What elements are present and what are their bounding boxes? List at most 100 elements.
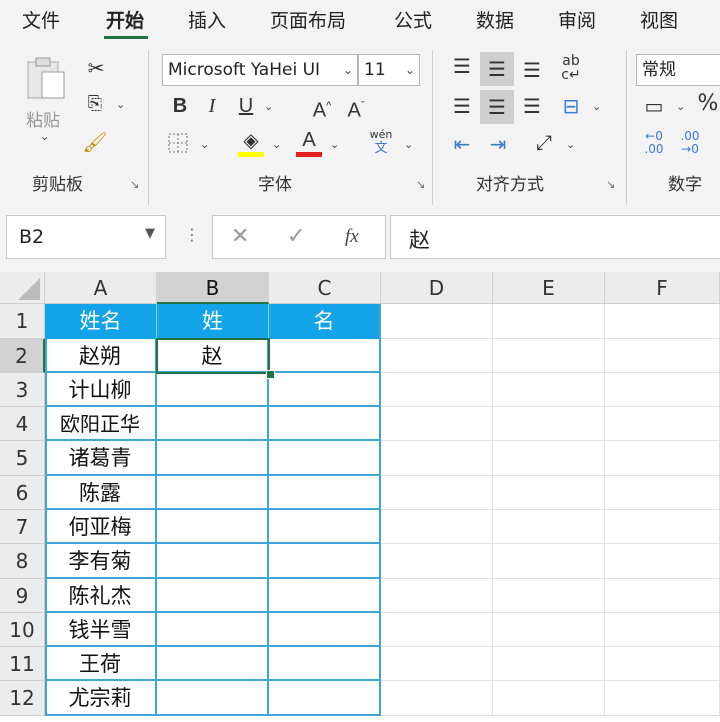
font-size-select[interactable]: 11 ⌄ [358, 54, 420, 86]
row-header-9[interactable]: 9 [0, 579, 45, 613]
column-header-b[interactable]: B [157, 272, 269, 304]
name-box-dropdown-icon[interactable]: ▼ [145, 226, 155, 241]
cut-icon[interactable]: ✂ [84, 56, 108, 80]
align-bottom-icon[interactable]: ☰ [518, 58, 546, 82]
cell-d8[interactable] [381, 544, 493, 579]
cell-e10[interactable] [493, 613, 605, 647]
cell-a6[interactable]: 陈露 [45, 476, 157, 510]
italic-icon[interactable]: I [200, 94, 224, 118]
cell-a8[interactable]: 李有菊 [45, 544, 157, 579]
cell-c11[interactable] [269, 647, 381, 681]
cell-b7[interactable] [157, 510, 269, 544]
format-painter-icon[interactable]: 🖌 [82, 130, 108, 154]
row-header-1[interactable]: 1 [0, 304, 45, 339]
tab-formulas[interactable]: 公式 [394, 6, 432, 33]
cell-d11[interactable] [381, 647, 493, 681]
merge-dropdown-icon[interactable]: ⌄ [592, 100, 601, 113]
row-header-2[interactable]: 2 [0, 339, 45, 373]
cell-b4[interactable] [157, 407, 269, 441]
cell-d9[interactable] [381, 579, 493, 613]
tab-file[interactable]: 文件 [22, 6, 60, 33]
cell-b6[interactable] [157, 476, 269, 510]
cell-b5[interactable] [157, 441, 269, 476]
cell-a7[interactable]: 何亚梅 [45, 510, 157, 544]
row-header-7[interactable]: 7 [0, 510, 45, 544]
paste-button[interactable]: 粘贴 ⌄ [20, 54, 72, 143]
cell-e6[interactable] [493, 476, 605, 510]
row-header-12[interactable]: 12 [0, 681, 45, 716]
percent-icon[interactable]: % [696, 92, 720, 116]
cell-b12[interactable] [157, 681, 269, 716]
tab-data[interactable]: 数据 [476, 6, 514, 33]
cell-a3[interactable]: 计山柳 [45, 373, 157, 407]
tab-home[interactable]: 开始 [106, 6, 144, 33]
column-header-a[interactable]: A [45, 272, 157, 304]
cell-b9[interactable] [157, 579, 269, 613]
column-header-f[interactable]: F [605, 272, 720, 304]
wrap-text-icon[interactable]: ab c↵ [556, 54, 586, 82]
cell-f11[interactable] [605, 647, 720, 681]
cell-f4[interactable] [605, 407, 720, 441]
cell-a11[interactable]: 王荷 [45, 647, 157, 681]
cell-e9[interactable] [493, 579, 605, 613]
column-header-d[interactable]: D [381, 272, 493, 304]
shrink-font-icon[interactable]: Aˇ [344, 94, 368, 123]
bold-icon[interactable]: B [168, 94, 192, 118]
tab-insert[interactable]: 插入 [188, 6, 226, 33]
cell-d3[interactable] [381, 373, 493, 407]
cell-a1[interactable]: 姓名 [45, 304, 157, 339]
column-header-e[interactable]: E [493, 272, 605, 304]
cell-a10[interactable]: 钱半雪 [45, 613, 157, 647]
cell-d12[interactable] [381, 681, 493, 716]
decrease-decimal-icon[interactable]: .00 →0 [676, 130, 704, 156]
cell-a9[interactable]: 陈礼杰 [45, 579, 157, 613]
font-launcher-icon[interactable]: ↘ [416, 178, 425, 191]
cell-d10[interactable] [381, 613, 493, 647]
row-header-4[interactable]: 4 [0, 407, 45, 441]
cell-e7[interactable] [493, 510, 605, 544]
cell-e3[interactable] [493, 373, 605, 407]
fill-color-dropdown-icon[interactable]: ⌄ [272, 138, 281, 151]
font-color-dropdown-icon[interactable]: ⌄ [330, 138, 339, 151]
cell-f6[interactable] [605, 476, 720, 510]
orientation-icon[interactable]: ⤢ [530, 130, 558, 154]
cell-c1[interactable]: 名 [269, 304, 381, 339]
align-center-icon[interactable]: ☰ [480, 90, 514, 124]
cell-d6[interactable] [381, 476, 493, 510]
cell-d7[interactable] [381, 510, 493, 544]
cell-d1[interactable] [381, 304, 493, 339]
cell-f10[interactable] [605, 613, 720, 647]
tab-page-layout[interactable]: 页面布局 [270, 6, 346, 33]
row-header-5[interactable]: 5 [0, 441, 45, 476]
row-header-6[interactable]: 6 [0, 476, 45, 510]
cell-c4[interactable] [269, 407, 381, 441]
cell-f3[interactable] [605, 373, 720, 407]
row-header-3[interactable]: 3 [0, 373, 45, 407]
cancel-icon[interactable]: ✕ [231, 224, 249, 249]
cell-a4[interactable]: 欧阳正华 [45, 407, 157, 441]
cell-f2[interactable] [605, 339, 720, 373]
align-top-icon[interactable]: ☰ [448, 54, 476, 84]
borders-dropdown-icon[interactable]: ⌄ [200, 138, 209, 151]
cell-c12[interactable] [269, 681, 381, 716]
select-all-corner[interactable] [0, 272, 45, 304]
cell-b3[interactable] [157, 373, 269, 407]
cell-f1[interactable] [605, 304, 720, 339]
cell-c9[interactable] [269, 579, 381, 613]
accounting-format-icon[interactable]: ▭ [640, 94, 668, 118]
cell-b10[interactable] [157, 613, 269, 647]
phonetic-dropdown-icon[interactable]: ⌄ [404, 138, 413, 151]
borders-icon[interactable] [166, 132, 190, 159]
row-header-10[interactable]: 10 [0, 613, 45, 647]
orientation-dropdown-icon[interactable]: ⌄ [566, 138, 575, 151]
formula-input[interactable]: 赵 [390, 215, 720, 259]
cell-f8[interactable] [605, 544, 720, 579]
cell-f12[interactable] [605, 681, 720, 716]
cell-b1[interactable]: 姓 [157, 304, 269, 339]
grow-font-icon[interactable]: A^ [310, 94, 334, 123]
increase-indent-icon[interactable]: ⇥ [484, 132, 512, 156]
enter-icon[interactable]: ✓ [287, 224, 305, 249]
font-color-icon[interactable]: A [296, 128, 322, 152]
cell-e8[interactable] [493, 544, 605, 579]
number-format-select[interactable]: 常规 [636, 54, 720, 86]
